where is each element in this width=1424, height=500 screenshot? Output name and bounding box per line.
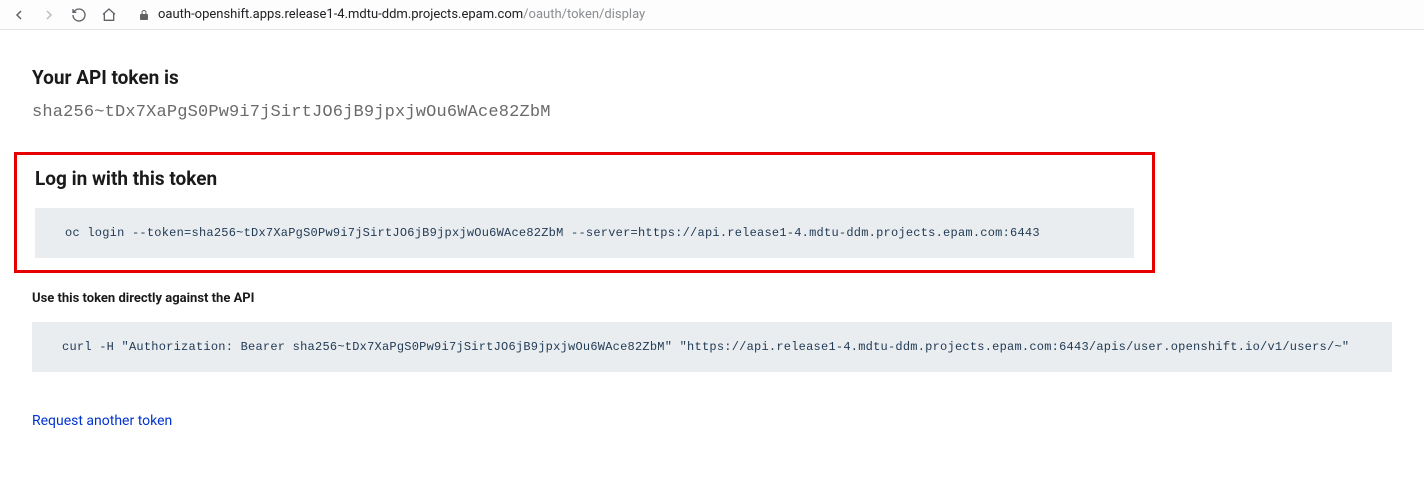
reload-button[interactable] xyxy=(70,6,88,24)
address-bar[interactable]: oauth-openshift.apps.release1-4.mdtu-ddm… xyxy=(130,7,1414,22)
api-token-heading: Your API token is xyxy=(32,66,1392,89)
curl-command-block: curl -H "Authorization: Bearer sha256~tD… xyxy=(32,322,1392,372)
login-heading: Log in with this token xyxy=(35,167,1134,190)
page-content: Your API token is sha256~tDx7XaPgS0Pw9i7… xyxy=(0,30,1424,465)
api-usage-heading: Use this token directly against the API xyxy=(32,291,1392,306)
api-token-value: sha256~tDx7XaPgS0Pw9i7jSirtJO6jB9jpxjwOu… xyxy=(32,103,1392,122)
home-button[interactable] xyxy=(100,6,118,24)
forward-button[interactable] xyxy=(40,6,58,24)
lock-icon xyxy=(138,9,150,21)
browser-toolbar: oauth-openshift.apps.release1-4.mdtu-ddm… xyxy=(0,0,1424,30)
url-path: /oauth/token/display xyxy=(523,7,645,22)
url-domain: oauth-openshift.apps.release1-4.mdtu-ddm… xyxy=(158,7,523,22)
back-button[interactable] xyxy=(10,6,28,24)
request-another-token-link[interactable]: Request another token xyxy=(32,413,172,429)
login-command-block: oc login --token=sha256~tDx7XaPgS0Pw9i7j… xyxy=(35,208,1134,258)
login-section-highlighted: Log in with this token oc login --token=… xyxy=(14,152,1155,273)
